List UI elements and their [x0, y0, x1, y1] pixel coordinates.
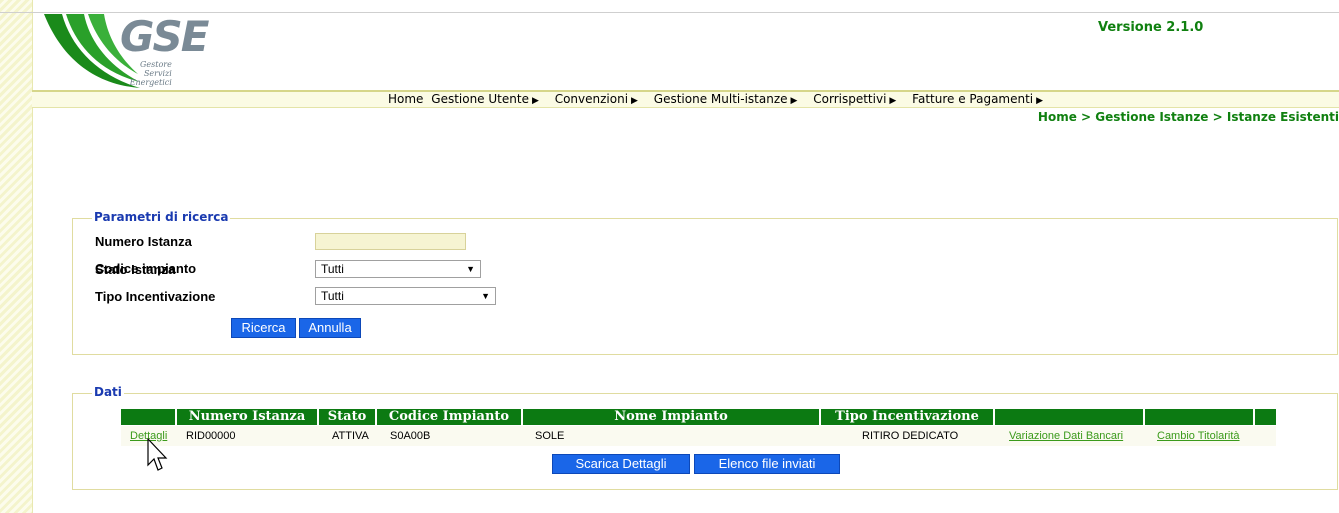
tipo-incentivazione-select[interactable]: Tutti ▼ — [315, 287, 496, 305]
stato-istanza-selected: Tutti — [321, 262, 344, 276]
logo-subtitle: Gestore Servizi Energetici — [130, 60, 172, 87]
menu-item-home[interactable]: Home — [388, 92, 423, 107]
column-header-tipo-incentivazione: Tipo Incentivazione — [821, 409, 995, 425]
logo-sub-line-2: Servizi — [143, 69, 172, 78]
variazione-dati-bancari-link[interactable]: Variazione Dati Bancari — [1009, 430, 1123, 443]
chevron-down-icon: ▼ — [466, 264, 475, 274]
scarica-dettagli-button[interactable]: Scarica Dettagli — [552, 454, 690, 474]
numero-istanza-input[interactable] — [315, 233, 466, 250]
search-panel-legend: Parametri di ricerca — [92, 210, 231, 224]
annulla-button[interactable]: Annulla — [299, 318, 361, 338]
main-menubar: Home Gestione Utente ▶ Convenzioni ▶ Gesti… — [32, 90, 1339, 108]
dati-panel-legend: Dati — [92, 385, 124, 399]
tipo-incentivazione-selected: Tutti — [321, 289, 344, 303]
column-header-stato: Stato — [319, 409, 377, 425]
submenu-arrow-icon: ▶ — [790, 96, 798, 106]
column-header-cambio — [1145, 409, 1255, 425]
version-label: Versione 2.1.0 — [1098, 20, 1204, 35]
cell-nome-impianto: SOLE — [535, 430, 565, 442]
menu-item-gestione-utente[interactable]: Gestione Utente ▶ — [431, 92, 547, 109]
menu-item-label: Gestione Utente — [431, 92, 529, 106]
menu-item-label: Convenzioni — [554, 92, 629, 106]
logo-wordmark: GSE — [120, 12, 209, 61]
cell-stato: ATTIVA — [332, 430, 369, 442]
logo-sub-line-3: Energetici — [129, 78, 172, 87]
menu-item-label: Corrispettivi — [813, 92, 887, 106]
breadcrumb: Home > Gestione Istanze > Istanze Esiste… — [1037, 110, 1339, 124]
ricerca-button[interactable]: Ricerca — [231, 318, 296, 338]
stato-istanza-select[interactable]: Tutti ▼ — [315, 260, 481, 278]
logo-sub-line-1: Gestore — [140, 60, 172, 69]
submenu-arrow-icon: ▶ — [1036, 96, 1044, 106]
menu-item-label: Gestione Multi-istanze — [653, 92, 788, 106]
submenu-arrow-icon: ▶ — [631, 96, 638, 106]
results-table-header: Numero Istanza Stato Codice Impianto Nom… — [121, 409, 1276, 425]
column-header-variazione — [995, 409, 1145, 425]
mouse-cursor-icon — [147, 438, 168, 471]
column-header-numero-istanza: Numero Istanza — [177, 409, 319, 425]
cell-numero-istanza: RID00000 — [186, 430, 236, 442]
menu: Home Gestione Utente ▶ Convenzioni ▶ Gesti… — [388, 92, 1055, 109]
menu-item-label: Fatture e Pagamenti — [912, 92, 1034, 106]
menu-item-corrispettivi[interactable]: Corrispettivi ▶ — [813, 92, 904, 109]
tipo-incentivazione-label: Tipo Incentivazione — [95, 289, 216, 304]
menu-item-label: Home — [388, 92, 424, 106]
menu-item-gestione-multi-istanze[interactable]: Gestione Multi-istanze ▶ — [654, 92, 806, 109]
gse-logo: GSE Gestore Servizi Energetici — [40, 14, 209, 90]
column-header-actions — [121, 409, 177, 425]
submenu-arrow-icon: ▶ — [889, 96, 897, 106]
left-decorative-stripe — [0, 0, 33, 513]
numero-istanza-label: Numero Istanza — [95, 234, 192, 249]
column-header-codice-impianto: Codice Impianto — [377, 409, 523, 425]
cell-codice-impianto: S0A00B — [390, 430, 431, 442]
cell-tipo-incentivazione: RITIRO DEDICATO — [862, 430, 959, 442]
menu-item-fatture-pagamenti[interactable]: Fatture e Pagamenti ▶ — [912, 92, 1051, 109]
chevron-down-icon: ▼ — [481, 291, 490, 301]
column-header-nome-impianto: Nome Impianto — [523, 409, 821, 425]
cambio-titolarita-link[interactable]: Cambio Titolarità — [1157, 430, 1240, 443]
menu-item-convenzioni[interactable]: Convenzioni ▶ — [555, 92, 646, 109]
elenco-file-inviati-button[interactable]: Elenco file inviati — [694, 454, 840, 474]
stato-istanza-label: Stato Istanza — [95, 262, 176, 277]
submenu-arrow-icon: ▶ — [531, 96, 539, 106]
